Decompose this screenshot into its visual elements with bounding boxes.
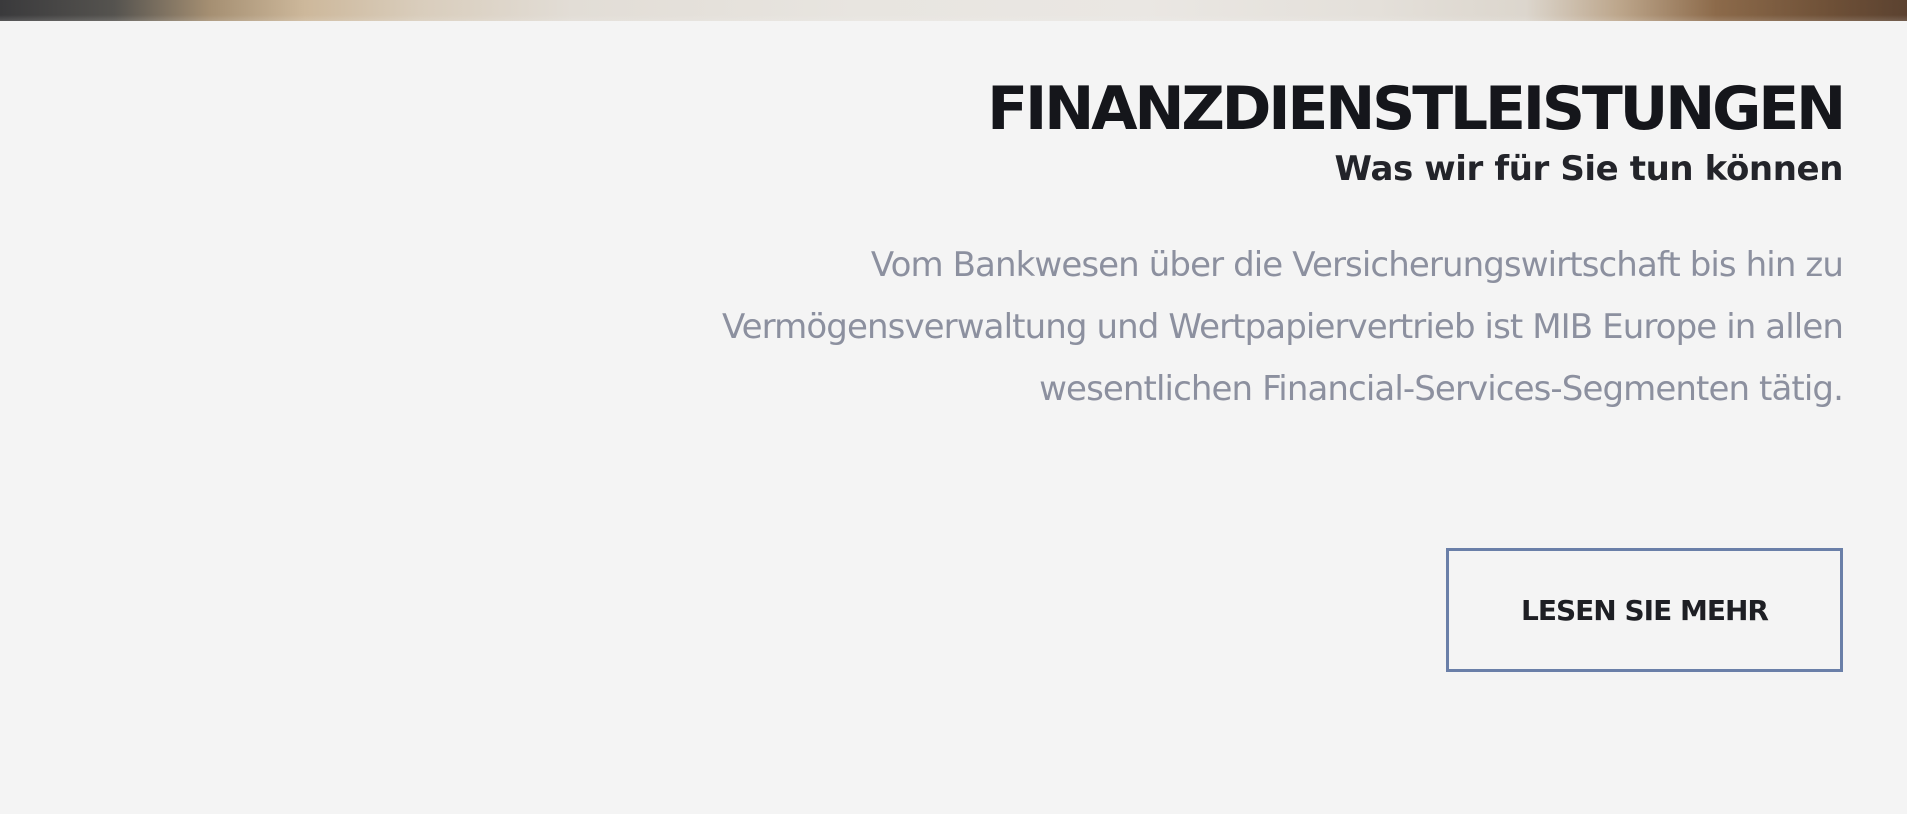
section-title: FINANZDIENSTLEISTUNGEN [987,74,1846,144]
hero-image-edge [0,0,1907,21]
read-more-button[interactable]: LESEN SIE MEHR [1446,548,1843,672]
section-description: Vom Bankwesen über die Versicherungswirt… [721,245,1844,409]
cta-container: LESEN SIE MEHR [1446,548,1843,672]
section-subtitle: Was wir für Sie tun können [1334,149,1844,189]
financial-services-section: FINANZDIENSTLEISTUNGEN Was wir für Sie t… [493,72,1846,420]
page: FINANZDIENSTLEISTUNGEN Was wir für Sie t… [0,0,1907,814]
